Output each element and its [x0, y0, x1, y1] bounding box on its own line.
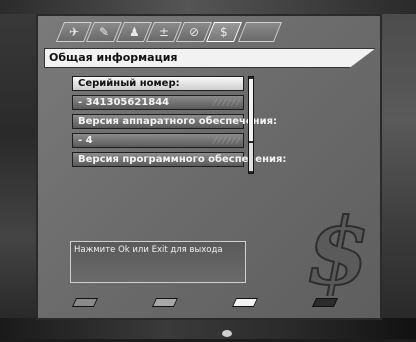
- svg-text:$: $: [306, 198, 368, 296]
- tab-dollar[interactable]: $: [205, 22, 243, 42]
- dollar-watermark-icon: $: [298, 196, 371, 307]
- antenna-icon: ♟: [128, 25, 140, 39]
- tab-empty: [237, 22, 283, 42]
- menu-tab-strip: ✈ ✎ ♟ ± ⊘ $: [55, 22, 320, 44]
- page-title: Общая информация: [49, 51, 178, 64]
- color-keys-bar: [60, 298, 360, 312]
- menu-panel: ✈ ✎ ♟ ± ⊘ $ Общая информация Серийный но…: [36, 14, 382, 320]
- list-scrollbar[interactable]: [248, 76, 254, 174]
- help-box: Нажмите Ok или Exit для выхода: [70, 241, 246, 283]
- shield-icon: [221, 323, 233, 338]
- help-text: Нажмите Ok или Exit для выхода: [74, 245, 223, 255]
- blue-key-button[interactable]: [311, 298, 339, 307]
- list-item-serial-value[interactable]: - 341305621844: [72, 95, 244, 110]
- background-top: [0, 0, 416, 14]
- list-item-label: Версия программного обеспечения:: [78, 154, 287, 165]
- red-key-button[interactable]: [71, 298, 99, 307]
- list-item-serial-label[interactable]: Серийный номер:: [72, 76, 244, 91]
- list-item-label: - 4: [78, 135, 93, 146]
- wrench-icon: ✎: [98, 25, 110, 39]
- page-title-bar: Общая информация: [44, 48, 376, 68]
- yellow-key-button[interactable]: [231, 298, 259, 307]
- list-item-hardware-value[interactable]: - 4: [72, 133, 244, 148]
- decorative-stripe: [212, 137, 240, 144]
- scrollbar-track-lower: [249, 143, 253, 171]
- info-list: Серийный номер: - 341305621844 Версия ап…: [72, 76, 286, 171]
- background-left: [0, 0, 38, 339]
- list-item-label: - 341305621844: [78, 97, 170, 108]
- green-key-button[interactable]: [151, 298, 179, 307]
- list-item-hardware-label[interactable]: Версия аппаратного обеспечения:: [72, 114, 277, 129]
- dollar-icon: $: [220, 25, 228, 39]
- background-bottom: [0, 318, 416, 339]
- tuner-icon: ±: [158, 25, 170, 39]
- background-right: [380, 0, 416, 339]
- satellite-dish-icon: ✈: [68, 25, 80, 39]
- decorative-stripe: [212, 99, 240, 106]
- disc-icon: ⊘: [188, 25, 200, 39]
- scrollbar-thumb[interactable]: [249, 79, 253, 141]
- list-item-software-label[interactable]: Версия программного обеспечения:: [72, 152, 286, 167]
- list-item-label: Серийный номер:: [78, 78, 180, 89]
